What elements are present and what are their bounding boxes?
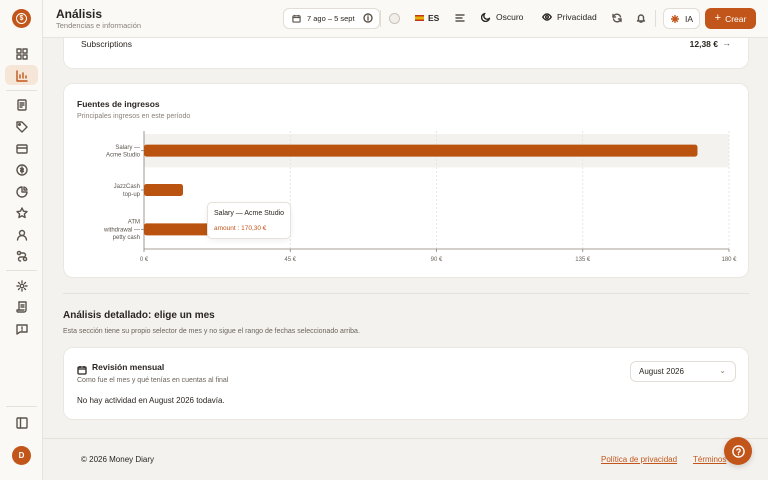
chart-category-label-line: ATM (128, 220, 140, 226)
info-icon[interactable] (361, 11, 374, 24)
monthly-review-empty-state: No hay actividad en August 2026 todavía. (77, 396, 225, 405)
language-label: ES (428, 13, 440, 23)
language-selector[interactable]: ES (415, 13, 439, 23)
chart-category-label-line: petty cash (113, 235, 140, 241)
user-icon[interactable] (13, 226, 30, 243)
create-button[interactable]: + Crear (705, 8, 756, 29)
chart-x-tick-label: 45 € (284, 257, 296, 263)
date-range-label: 7 ago – 5 sept (307, 14, 355, 23)
chart-x-tick-label: 0 € (140, 257, 149, 263)
top-header: Análisis Tendencias e información 7 ago … (43, 0, 768, 38)
chart-category-label-line: top-up (123, 192, 141, 198)
footer-copyright: © 2026 Money Diary (81, 455, 155, 464)
monthly-review-title: Revisión mensual (92, 362, 165, 372)
eye-icon (542, 13, 552, 21)
chart-category-label-line: Acme Studio (106, 152, 141, 158)
analytics-icon[interactable] (13, 67, 30, 84)
chart-x-tick-label: 90 € (431, 257, 443, 263)
footer-divider (43, 438, 768, 439)
status-toggle[interactable] (389, 13, 400, 24)
income-sources-card: Fuentes de ingresos Principales ingresos… (63, 83, 749, 278)
main-content: Subscriptions 12,38 € → Fuentes de ingre… (43, 38, 768, 480)
page-title: Análisis (56, 7, 103, 21)
calendar-icon (292, 14, 301, 23)
monthly-review-subtitle: Como fue el mes y qué tenías en cuentas … (77, 377, 229, 384)
scroll-icon[interactable] (13, 298, 30, 315)
section-divider (63, 293, 749, 294)
theme-label: Oscuro (496, 12, 524, 22)
chart-category-label-line: Salary — (115, 145, 140, 151)
bell-icon[interactable] (634, 11, 647, 24)
chart-category-label: Salary — Acme Studio (106, 145, 141, 159)
subscriptions-label: Subscriptions (81, 39, 133, 49)
refresh-icon[interactable] (610, 11, 623, 24)
plus-icon: + (714, 12, 722, 24)
coin-icon[interactable] (13, 161, 30, 178)
privacy-toggle-button[interactable]: Privacidad (542, 12, 597, 22)
sidebar: $ D (0, 0, 43, 480)
chart-x-tick-label: 135 € (575, 257, 591, 263)
income-sources-chart[interactable]: 0 € 45 € 90 € 135 € 180 € Salary — Acme Studio… (64, 84, 750, 279)
page-subtitle: Tendencias e información (56, 21, 142, 30)
detailed-analysis-title: Análisis detallado: elige un mes (63, 310, 215, 321)
sidebar-divider (6, 90, 37, 91)
avatar[interactable]: D (12, 446, 31, 465)
tag-icon[interactable] (13, 118, 30, 135)
chart-category-label-line: JazzCash (114, 184, 140, 190)
chart-tooltip: Salary — Acme Studio amount : 170,30 € (207, 202, 291, 239)
month-select-value: August 2026 (639, 367, 684, 376)
tooltip-title: Salary — Acme Studio (214, 210, 285, 217)
arrow-right-icon: → (722, 38, 731, 48)
help-icon (731, 444, 745, 458)
calendar-icon (77, 362, 87, 375)
privacy-policy-link[interactable]: Política de privacidad (601, 455, 677, 464)
collapse-sidebar-icon[interactable] (13, 414, 30, 431)
privacy-label: Privacidad (557, 12, 597, 22)
create-label: Crear (725, 13, 747, 24)
detailed-analysis-subtitle: Esta sección tiene su propio selector de… (63, 328, 360, 335)
chart-category-label-line: withdrawal — (103, 227, 140, 233)
chart-category-label: JazzCash top-up (114, 184, 141, 198)
dashboard-icon[interactable] (13, 45, 30, 62)
chart-x-tick-label: 180 € (721, 257, 737, 263)
archive-icon[interactable] (13, 140, 30, 157)
chevron-down-icon: ⌄ (719, 366, 726, 375)
spain-flag-icon (415, 15, 424, 21)
transfer-icon[interactable] (13, 247, 30, 264)
header-separator (655, 10, 656, 27)
tooltip-value: amount : 170,30 € (214, 225, 267, 232)
align-left-icon[interactable] (453, 11, 466, 24)
help-button[interactable] (724, 437, 752, 465)
app-logo[interactable]: $ (12, 9, 31, 28)
gear-icon[interactable] (13, 277, 30, 294)
theme-toggle-button[interactable]: Oscuro (481, 12, 523, 22)
pie-chart-icon[interactable] (13, 183, 30, 200)
document-icon[interactable] (13, 96, 30, 113)
subscriptions-value: 12,38 € (689, 39, 718, 49)
chart-category-label: ATM withdrawal — petty cash (103, 220, 140, 241)
ai-label: IA (684, 13, 694, 24)
subscriptions-row[interactable]: Subscriptions 12,38 € → (63, 38, 749, 69)
sidebar-divider (6, 406, 37, 407)
moon-icon (481, 12, 491, 22)
star-icon[interactable] (13, 204, 30, 221)
dollar-icon: $ (16, 13, 27, 24)
chart-bar[interactable] (144, 184, 183, 196)
feedback-icon[interactable] (13, 320, 30, 337)
sparkle-icon (670, 14, 679, 23)
ai-button[interactable]: IA (663, 8, 700, 29)
monthly-review-card: Revisión mensual Como fue el mes y qué t… (63, 347, 749, 420)
terms-link[interactable]: Términos (693, 455, 726, 464)
header-separator (380, 10, 381, 27)
chart-bar[interactable] (144, 144, 698, 157)
month-select[interactable]: August 2026 ⌄ (630, 361, 736, 382)
sidebar-divider (6, 270, 37, 271)
